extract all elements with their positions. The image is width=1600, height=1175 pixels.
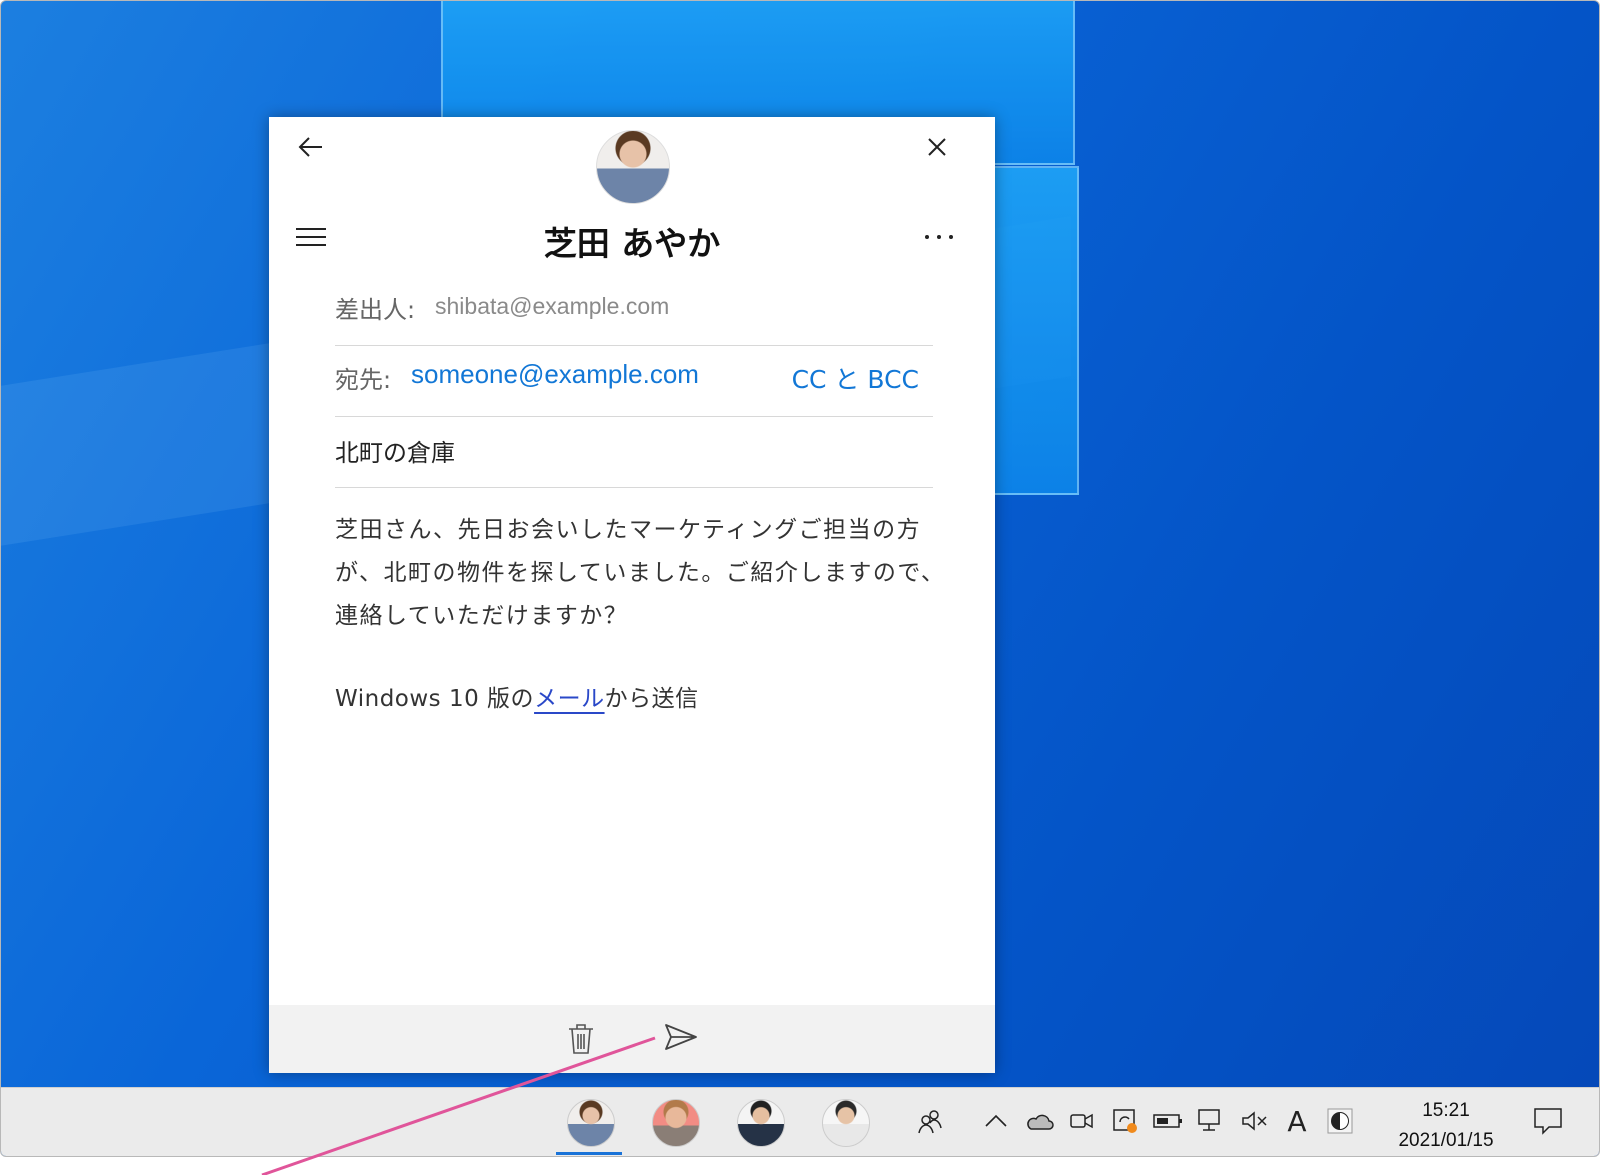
subject-text: 北町の倉庫 (335, 439, 455, 467)
taskbar-contact-avatar[interactable] (737, 1099, 785, 1147)
chevron-up-icon[interactable] (979, 1104, 1013, 1138)
clock-date: 2021/01/15 (1398, 1130, 1494, 1151)
close-icon[interactable] (917, 127, 957, 167)
more-options-icon[interactable] (919, 217, 959, 257)
from-address[interactable]: shibata@example.com (435, 293, 669, 320)
trash-icon[interactable] (561, 1019, 601, 1059)
focus-assist-icon[interactable] (1323, 1104, 1357, 1138)
speaker-muted-icon[interactable] (1237, 1104, 1271, 1138)
mail-app-link[interactable]: メール (534, 686, 605, 712)
network-icon[interactable] (1194, 1104, 1228, 1138)
taskbar-contact-avatar[interactable] (652, 1099, 700, 1147)
people-icon[interactable] (914, 1104, 948, 1138)
body-line: が、北町の物件を探していました。ご紹介しますので、 (335, 560, 946, 586)
to-address[interactable]: someone@example.com (411, 359, 699, 390)
active-indicator (556, 1152, 622, 1155)
sender-name: 芝田 あやか (543, 224, 721, 263)
desktop: 芝田 あやか 差出人: shibata@example.com 宛先: some… (0, 0, 1600, 1157)
cc-bcc-button[interactable]: CC と BCC (792, 360, 919, 396)
signature-prefix: Windows 10 版の (335, 686, 535, 712)
system-clock[interactable]: 15:21 2021/01/15 (1381, 1096, 1511, 1156)
signature-suffix: から送信 (604, 686, 699, 712)
body-line: 芝田さん、先日お会いしたマーケティングご担当の方 (335, 517, 922, 543)
meet-now-icon[interactable] (1065, 1104, 1099, 1138)
subject-field[interactable]: 北町の倉庫 (335, 429, 933, 488)
taskbar-contact-avatar[interactable] (822, 1099, 870, 1147)
onedrive-cloud-icon[interactable] (1022, 1104, 1056, 1138)
taskbar: A 15:21 2021/01/15 (1, 1087, 1599, 1156)
action-center-icon[interactable] (1531, 1104, 1565, 1138)
mail-compose-window: 芝田 あやか 差出人: shibata@example.com 宛先: some… (269, 117, 995, 1073)
to-label: 宛先: (335, 366, 392, 394)
ime-indicator[interactable]: A (1280, 1104, 1314, 1138)
body-line: 連絡していただけますか？ (335, 603, 629, 629)
from-row[interactable]: 差出人: shibata@example.com (335, 287, 933, 346)
battery-icon[interactable] (1151, 1104, 1185, 1138)
sender-avatar (596, 130, 670, 204)
signature: Windows 10 版のメールから送信 (335, 679, 699, 713)
background-window-pane (991, 166, 1079, 495)
from-label: 差出人: (335, 296, 416, 324)
message-body[interactable]: 芝田さん、先日お会いしたマーケティングご担当の方 が、北町の物件を探していました… (335, 509, 955, 638)
back-arrow-icon[interactable] (291, 127, 331, 167)
send-icon[interactable] (659, 1017, 703, 1057)
clock-time: 15:21 (1422, 1100, 1470, 1121)
compose-toolbar (269, 1005, 995, 1073)
taskbar-contact-avatar[interactable] (567, 1099, 615, 1147)
to-row[interactable]: 宛先: someone@example.com CC と BCC (335, 359, 933, 417)
windows-update-icon[interactable] (1108, 1104, 1142, 1138)
